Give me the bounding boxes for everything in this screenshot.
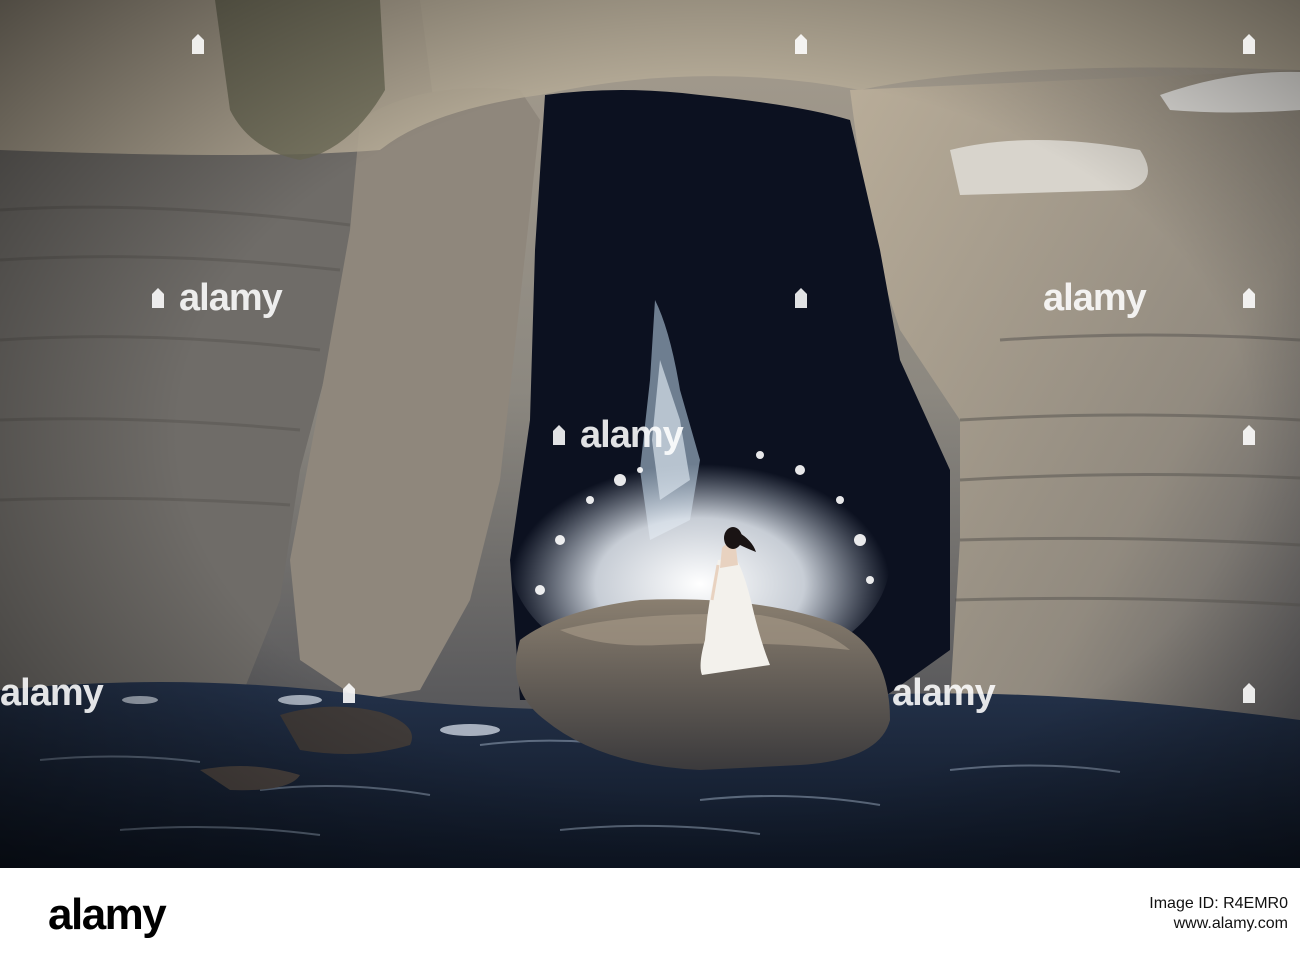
sea-cave-scene [0, 0, 1300, 868]
alamy-logo[interactable]: alamy [48, 893, 167, 937]
image-id-block: Image ID: R4EMR0 www.alamy.com [1028, 895, 1288, 935]
site-url[interactable]: www.alamy.com [1028, 913, 1288, 935]
image-id-label: Image ID: R4EMR0 [1149, 895, 1288, 912]
photo [0, 0, 1300, 868]
